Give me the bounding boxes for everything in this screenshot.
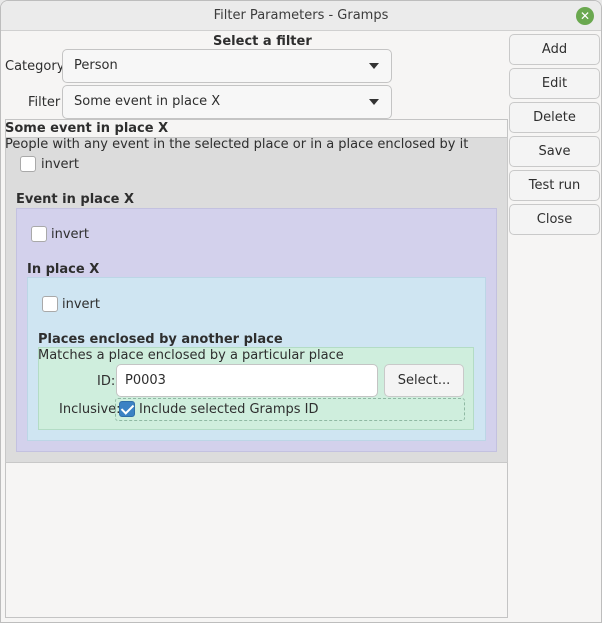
test-run-button[interactable]: Test run bbox=[509, 170, 600, 201]
close-button[interactable]: Close bbox=[509, 204, 600, 235]
inclusive-checkbox-label: Include selected Gramps ID bbox=[139, 402, 319, 417]
filter-value: Some event in place X bbox=[74, 94, 221, 109]
inclusive-checkbox[interactable] bbox=[119, 401, 135, 417]
rule2-invert-label: invert bbox=[51, 227, 89, 242]
dialog-window: Filter Parameters - Gramps ✕ Select a fi… bbox=[0, 0, 602, 623]
rule3-invert-checkbox[interactable] bbox=[42, 296, 58, 312]
id-label: ID: bbox=[97, 374, 116, 389]
rule1-invert-checkbox[interactable] bbox=[20, 156, 36, 172]
chevron-down-icon bbox=[369, 99, 379, 105]
select-place-button[interactable]: Select... bbox=[384, 364, 464, 397]
window-close-button[interactable]: ✕ bbox=[576, 7, 594, 25]
rule1-title: Some event in place X bbox=[5, 121, 169, 136]
rule1-description: People with any event in the selected pl… bbox=[5, 137, 469, 152]
filter-combo[interactable]: Some event in place X bbox=[62, 85, 392, 119]
rule4-title: Places enclosed by another place bbox=[38, 332, 283, 347]
category-combo[interactable]: Person bbox=[62, 49, 392, 83]
chevron-down-icon bbox=[369, 63, 379, 69]
window-title: Filter Parameters - Gramps bbox=[213, 8, 389, 23]
filter-label: Filter bbox=[28, 95, 61, 110]
delete-button[interactable]: Delete bbox=[509, 102, 600, 133]
id-input[interactable]: P0003 bbox=[116, 364, 378, 397]
rule2-invert-checkbox[interactable] bbox=[31, 226, 47, 242]
save-button[interactable]: Save bbox=[509, 136, 600, 167]
edit-button[interactable]: Edit bbox=[509, 68, 600, 99]
inclusive-label: Inclusive: bbox=[59, 402, 121, 417]
rule3-invert-label: invert bbox=[62, 297, 100, 312]
rule2-title: Event in place X bbox=[16, 192, 135, 207]
rule1-invert-label: invert bbox=[41, 157, 79, 172]
title-bar: Filter Parameters - Gramps ✕ bbox=[1, 1, 601, 31]
category-label: Category bbox=[5, 59, 65, 74]
add-button[interactable]: Add bbox=[509, 34, 600, 65]
rule4-description: Matches a place enclosed by a particular… bbox=[38, 348, 344, 363]
select-filter-heading: Select a filter bbox=[213, 34, 312, 49]
rule3-title: In place X bbox=[27, 262, 100, 277]
category-value: Person bbox=[74, 58, 118, 73]
